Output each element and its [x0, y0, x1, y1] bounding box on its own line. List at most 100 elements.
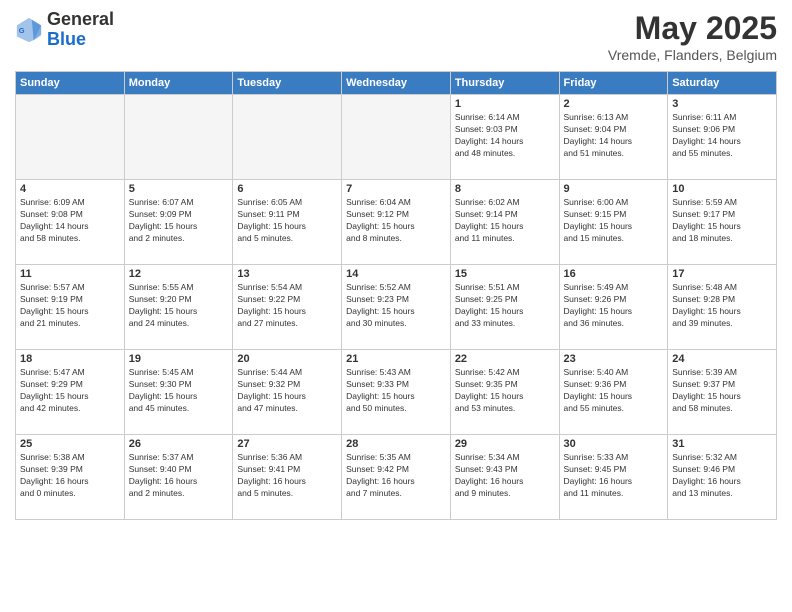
day-info: Sunrise: 5:34 AM Sunset: 9:43 PM Dayligh… — [455, 452, 555, 500]
week-row-4: 18Sunrise: 5:47 AM Sunset: 9:29 PM Dayli… — [16, 350, 777, 435]
day-info: Sunrise: 6:04 AM Sunset: 9:12 PM Dayligh… — [346, 197, 446, 245]
day-info: Sunrise: 6:14 AM Sunset: 9:03 PM Dayligh… — [455, 112, 555, 160]
day-info: Sunrise: 5:45 AM Sunset: 9:30 PM Dayligh… — [129, 367, 229, 415]
day-info: Sunrise: 5:44 AM Sunset: 9:32 PM Dayligh… — [237, 367, 337, 415]
logo: G General Blue — [15, 10, 114, 50]
day-info: Sunrise: 5:36 AM Sunset: 9:41 PM Dayligh… — [237, 452, 337, 500]
day-info: Sunrise: 5:59 AM Sunset: 9:17 PM Dayligh… — [672, 197, 772, 245]
day-info: Sunrise: 5:38 AM Sunset: 9:39 PM Dayligh… — [20, 452, 120, 500]
day-number: 21 — [346, 353, 446, 365]
day-info: Sunrise: 5:43 AM Sunset: 9:33 PM Dayligh… — [346, 367, 446, 415]
day-number: 1 — [455, 98, 555, 110]
day-number: 24 — [672, 353, 772, 365]
day-number: 2 — [564, 98, 664, 110]
calendar-cell: 27 Sunrise: 5:36 AM Sunset: 9:41 PM Dayli… — [233, 435, 342, 520]
day-number: 3 — [672, 98, 772, 110]
day-number: 16 — [564, 268, 664, 280]
calendar-cell: 29 Sunrise: 5:34 AM Sunset: 9:43 PM Dayli… — [450, 435, 559, 520]
page: G General Blue May 2025 Vremde, Flanders… — [0, 0, 792, 612]
header: G General Blue May 2025 Vremde, Flanders… — [15, 10, 777, 63]
day-number: 13 — [237, 268, 337, 280]
calendar-cell: 12Sunrise: 5:55 AM Sunset: 9:20 PM Dayli… — [124, 265, 233, 350]
weekday-header-monday: Monday — [124, 72, 233, 95]
calendar-cell: 1 Sunrise: 6:14 AM Sunset: 9:03 PM Daylig… — [450, 95, 559, 180]
day-number: 29 — [455, 438, 555, 450]
location: Vremde, Flanders, Belgium — [608, 47, 777, 63]
calendar-cell: 25 Sunrise: 5:38 AM Sunset: 9:39 PM Dayli… — [16, 435, 125, 520]
day-number: 28 — [346, 438, 446, 450]
calendar-cell: 23Sunrise: 5:40 AM Sunset: 9:36 PM Dayli… — [559, 350, 668, 435]
week-row-5: 25 Sunrise: 5:38 AM Sunset: 9:39 PM Dayli… — [16, 435, 777, 520]
calendar-cell: 11 Sunrise: 5:57 AM Sunset: 9:19 PM Dayli… — [16, 265, 125, 350]
day-number: 4 — [20, 183, 120, 195]
day-info: Sunrise: 6:05 AM Sunset: 9:11 PM Dayligh… — [237, 197, 337, 245]
calendar: SundayMondayTuesdayWednesdayThursdayFrid… — [15, 71, 777, 520]
weekday-header-sunday: Sunday — [16, 72, 125, 95]
calendar-cell: 13Sunrise: 5:54 AM Sunset: 9:22 PM Dayli… — [233, 265, 342, 350]
day-number: 18 — [20, 353, 120, 365]
calendar-cell: 6 Sunrise: 6:05 AM Sunset: 9:11 PM Daylig… — [233, 180, 342, 265]
day-number: 19 — [129, 353, 229, 365]
week-row-3: 11 Sunrise: 5:57 AM Sunset: 9:19 PM Dayli… — [16, 265, 777, 350]
day-info: Sunrise: 6:11 AM Sunset: 9:06 PM Dayligh… — [672, 112, 772, 160]
day-number: 6 — [237, 183, 337, 195]
day-number: 30 — [564, 438, 664, 450]
day-number: 25 — [20, 438, 120, 450]
day-number: 11 — [20, 268, 120, 280]
weekday-header-friday: Friday — [559, 72, 668, 95]
logo-icon: G — [15, 16, 43, 44]
weekday-header-wednesday: Wednesday — [342, 72, 451, 95]
day-info: Sunrise: 5:40 AM Sunset: 9:36 PM Dayligh… — [564, 367, 664, 415]
calendar-cell: 2 Sunrise: 6:13 AM Sunset: 9:04 PM Daylig… — [559, 95, 668, 180]
day-number: 27 — [237, 438, 337, 450]
day-number: 15 — [455, 268, 555, 280]
calendar-cell: 4 Sunrise: 6:09 AM Sunset: 9:08 PM Daylig… — [16, 180, 125, 265]
month-title: May 2025 — [608, 10, 777, 47]
day-number: 10 — [672, 183, 772, 195]
logo-general: General — [47, 9, 114, 29]
calendar-cell: 8Sunrise: 6:02 AM Sunset: 9:14 PM Daylig… — [450, 180, 559, 265]
calendar-cell: 28 Sunrise: 5:35 AM Sunset: 9:42 PM Dayli… — [342, 435, 451, 520]
calendar-cell: 31 Sunrise: 5:32 AM Sunset: 9:46 PM Dayli… — [668, 435, 777, 520]
calendar-cell — [342, 95, 451, 180]
day-number: 7 — [346, 183, 446, 195]
calendar-cell: 16Sunrise: 5:49 AM Sunset: 9:26 PM Dayli… — [559, 265, 668, 350]
day-info: Sunrise: 5:37 AM Sunset: 9:40 PM Dayligh… — [129, 452, 229, 500]
day-info: Sunrise: 6:07 AM Sunset: 9:09 PM Dayligh… — [129, 197, 229, 245]
logo-text-block: General Blue — [47, 10, 114, 50]
day-number: 5 — [129, 183, 229, 195]
day-info: Sunrise: 5:32 AM Sunset: 9:46 PM Dayligh… — [672, 452, 772, 500]
day-number: 17 — [672, 268, 772, 280]
day-info: Sunrise: 5:35 AM Sunset: 9:42 PM Dayligh… — [346, 452, 446, 500]
day-number: 14 — [346, 268, 446, 280]
day-info: Sunrise: 5:57 AM Sunset: 9:19 PM Dayligh… — [20, 282, 120, 330]
day-info: Sunrise: 6:13 AM Sunset: 9:04 PM Dayligh… — [564, 112, 664, 160]
day-info: Sunrise: 5:48 AM Sunset: 9:28 PM Dayligh… — [672, 282, 772, 330]
calendar-cell: 20Sunrise: 5:44 AM Sunset: 9:32 PM Dayli… — [233, 350, 342, 435]
calendar-cell: 10 Sunrise: 5:59 AM Sunset: 9:17 PM Dayli… — [668, 180, 777, 265]
title-block: May 2025 Vremde, Flanders, Belgium — [608, 10, 777, 63]
day-info: Sunrise: 5:39 AM Sunset: 9:37 PM Dayligh… — [672, 367, 772, 415]
logo-blue: Blue — [47, 29, 86, 49]
week-row-1: 1 Sunrise: 6:14 AM Sunset: 9:03 PM Daylig… — [16, 95, 777, 180]
calendar-cell: 26Sunrise: 5:37 AM Sunset: 9:40 PM Dayli… — [124, 435, 233, 520]
logo-text: General Blue — [47, 10, 114, 50]
calendar-cell: 14Sunrise: 5:52 AM Sunset: 9:23 PM Dayli… — [342, 265, 451, 350]
calendar-cell: 17 Sunrise: 5:48 AM Sunset: 9:28 PM Dayli… — [668, 265, 777, 350]
calendar-cell — [16, 95, 125, 180]
weekday-header-saturday: Saturday — [668, 72, 777, 95]
calendar-cell: 7 Sunrise: 6:04 AM Sunset: 9:12 PM Daylig… — [342, 180, 451, 265]
calendar-cell — [124, 95, 233, 180]
day-info: Sunrise: 6:02 AM Sunset: 9:14 PM Dayligh… — [455, 197, 555, 245]
calendar-cell: 9Sunrise: 6:00 AM Sunset: 9:15 PM Daylig… — [559, 180, 668, 265]
day-info: Sunrise: 5:33 AM Sunset: 9:45 PM Dayligh… — [564, 452, 664, 500]
day-info: Sunrise: 6:09 AM Sunset: 9:08 PM Dayligh… — [20, 197, 120, 245]
calendar-cell: 3 Sunrise: 6:11 AM Sunset: 9:06 PM Daylig… — [668, 95, 777, 180]
week-row-2: 4 Sunrise: 6:09 AM Sunset: 9:08 PM Daylig… — [16, 180, 777, 265]
weekday-header-row: SundayMondayTuesdayWednesdayThursdayFrid… — [16, 72, 777, 95]
calendar-cell: 22Sunrise: 5:42 AM Sunset: 9:35 PM Dayli… — [450, 350, 559, 435]
calendar-cell: 21 Sunrise: 5:43 AM Sunset: 9:33 PM Dayli… — [342, 350, 451, 435]
day-info: Sunrise: 6:00 AM Sunset: 9:15 PM Dayligh… — [564, 197, 664, 245]
day-info: Sunrise: 5:42 AM Sunset: 9:35 PM Dayligh… — [455, 367, 555, 415]
day-number: 31 — [672, 438, 772, 450]
